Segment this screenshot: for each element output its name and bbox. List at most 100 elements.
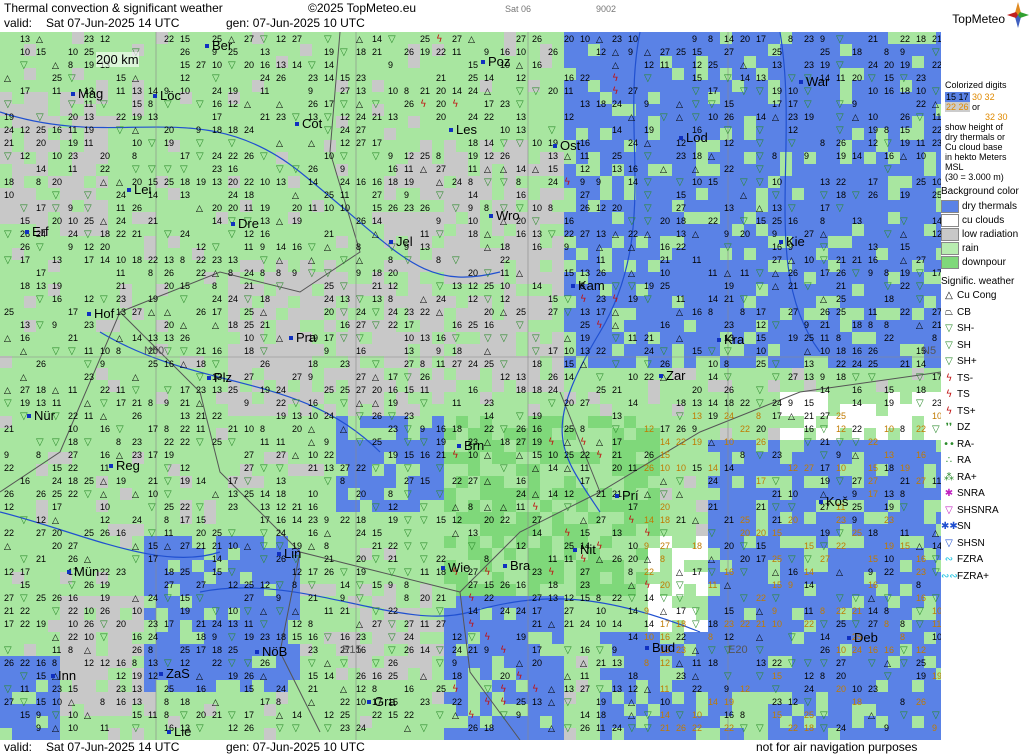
city-label[interactable]: Pra (288, 330, 316, 345)
city-label[interactable]: Jel (389, 234, 413, 249)
city-label[interactable]: ZaS (159, 666, 190, 681)
city-label[interactable]: Lod (679, 130, 708, 145)
thermal-value: 10 (532, 203, 542, 213)
thermal-value: 10 (516, 47, 526, 57)
city-label[interactable]: Kam (571, 278, 605, 293)
city-label[interactable]: Dre (231, 216, 259, 231)
thermal-value: 12 (868, 138, 878, 148)
city-label[interactable]: Reg (109, 458, 140, 473)
shower-icon: ▽ (676, 411, 684, 422)
city-label[interactable]: Nit (573, 542, 596, 557)
thermal-value: 21 (676, 515, 686, 525)
thermal-value: 12 (468, 294, 478, 304)
thermal-value: 22 (900, 281, 910, 291)
cu-cong-icon: △ (484, 451, 491, 461)
city-label[interactable]: Lie (166, 724, 191, 739)
cu-cong-icon: △ (676, 490, 683, 500)
thermal-value: 15 (532, 450, 542, 460)
shower-icon: ▽ (388, 632, 396, 643)
city-label[interactable]: Cot (294, 116, 322, 131)
thermal-value: 26 (132, 203, 142, 213)
thermal-value: 22 (196, 268, 206, 278)
city-label[interactable]: Lei (126, 182, 151, 197)
thermal-value: 8 (900, 697, 905, 707)
thermal-value: 22 (180, 502, 190, 512)
thermal-value: 10 (596, 619, 606, 629)
thermal-value: 21 (292, 502, 302, 512)
brand-logo[interactable]: TopMeteo (952, 12, 1005, 26)
thermal-value: 18 (804, 723, 814, 733)
cu-cong-icon: △ (548, 724, 555, 734)
thermal-value: 19 (644, 281, 654, 291)
shower-icon: ▽ (756, 86, 764, 97)
thunderstorm-icon: ϟ (580, 294, 587, 305)
thermal-value: 27 (660, 541, 670, 551)
city-label[interactable]: Les (449, 122, 477, 137)
shower-icon: ▽ (756, 723, 764, 734)
cu-cong-icon: △ (564, 438, 571, 448)
shower-icon: ▽ (740, 177, 748, 188)
cu-cong-icon: △ (900, 256, 907, 266)
cu-cong-icon: △ (324, 243, 331, 253)
thermal-value: 13 (516, 372, 526, 382)
city-label[interactable]: Ber (204, 38, 232, 53)
shower-icon: ▽ (820, 658, 828, 669)
thermal-value: 23 (388, 424, 398, 434)
city-label[interactable]: NöB (254, 644, 287, 659)
thermal-value: 22 (244, 177, 254, 187)
city-label[interactable]: Mag (70, 86, 103, 101)
shower-icon: ▽ (4, 151, 12, 162)
city-label[interactable]: Deb (847, 630, 878, 645)
cu-cong-icon: △ (180, 321, 187, 331)
city-label[interactable]: Nür (27, 408, 55, 423)
thermal-value: 16 (628, 164, 638, 174)
thermal-value: 19 (52, 281, 62, 291)
shower-icon: ▽ (260, 619, 268, 630)
thermal-value: 26 (372, 411, 382, 421)
shower-icon: ▽ (916, 281, 924, 292)
city-label[interactable]: Kra (716, 332, 744, 347)
thermal-value: 23 (404, 411, 414, 421)
city-label[interactable]: Erf (25, 224, 49, 239)
city-label[interactable]: Inn (50, 668, 76, 683)
city-label[interactable]: Wie (440, 560, 470, 575)
cu-cong-icon: △ (628, 269, 635, 279)
thermal-value: 14 (292, 60, 302, 70)
thermal-value: 22 (836, 177, 846, 187)
cu-cong-icon: △ (420, 165, 427, 175)
thermal-value: 27 (20, 385, 30, 395)
thermal-value: 9 (196, 125, 201, 135)
city-label[interactable]: Zar (659, 368, 686, 383)
city-label[interactable]: Prí (615, 488, 639, 503)
thermal-value: 8 (356, 242, 361, 252)
shower-icon: ▽ (724, 73, 732, 84)
city-label[interactable]: Löc (153, 88, 181, 103)
city-label[interactable]: Hof (86, 306, 114, 321)
colorized-line: dry thermals or (945, 132, 1006, 142)
thunderstorm-icon: ϟ (612, 73, 619, 84)
thermal-value: 8 (596, 593, 601, 603)
thermal-value: 13 (260, 47, 270, 57)
city-label[interactable]: Gra (367, 694, 396, 709)
thermal-value: 10 (628, 34, 638, 44)
thermal-value: 14 (644, 619, 654, 629)
city-label[interactable]: Kie (779, 234, 805, 249)
city-label[interactable]: Bra (502, 558, 530, 573)
thermal-value: 21 (308, 684, 318, 694)
city-label[interactable]: Wro (489, 208, 520, 223)
city-label[interactable]: Brn (456, 438, 484, 453)
city-label[interactable]: Mün (66, 564, 99, 579)
city-label[interactable]: Bud (644, 640, 675, 655)
thermal-value: 18 (100, 229, 110, 239)
city-label[interactable]: Ost (552, 138, 580, 153)
city-label[interactable]: Plz (206, 370, 232, 385)
footer-valid-label: valid: (4, 740, 33, 754)
city-label[interactable]: Koš (818, 494, 848, 509)
city-label[interactable]: Poz (480, 54, 510, 69)
city-label[interactable]: War (798, 74, 829, 89)
weather-map[interactable]: 13 △ 23 12 22 15 25 △ 27 ▽ 12 27 ▽ △ 14 ▽ 25 ϟ 27 △ 27 26 20 10… (0, 32, 941, 740)
thermal-value: 23 (676, 671, 686, 681)
thermal-value: 12 (932, 229, 941, 239)
cu-cong-icon: △ (916, 321, 923, 331)
city-label[interactable]: Lin (276, 546, 301, 561)
